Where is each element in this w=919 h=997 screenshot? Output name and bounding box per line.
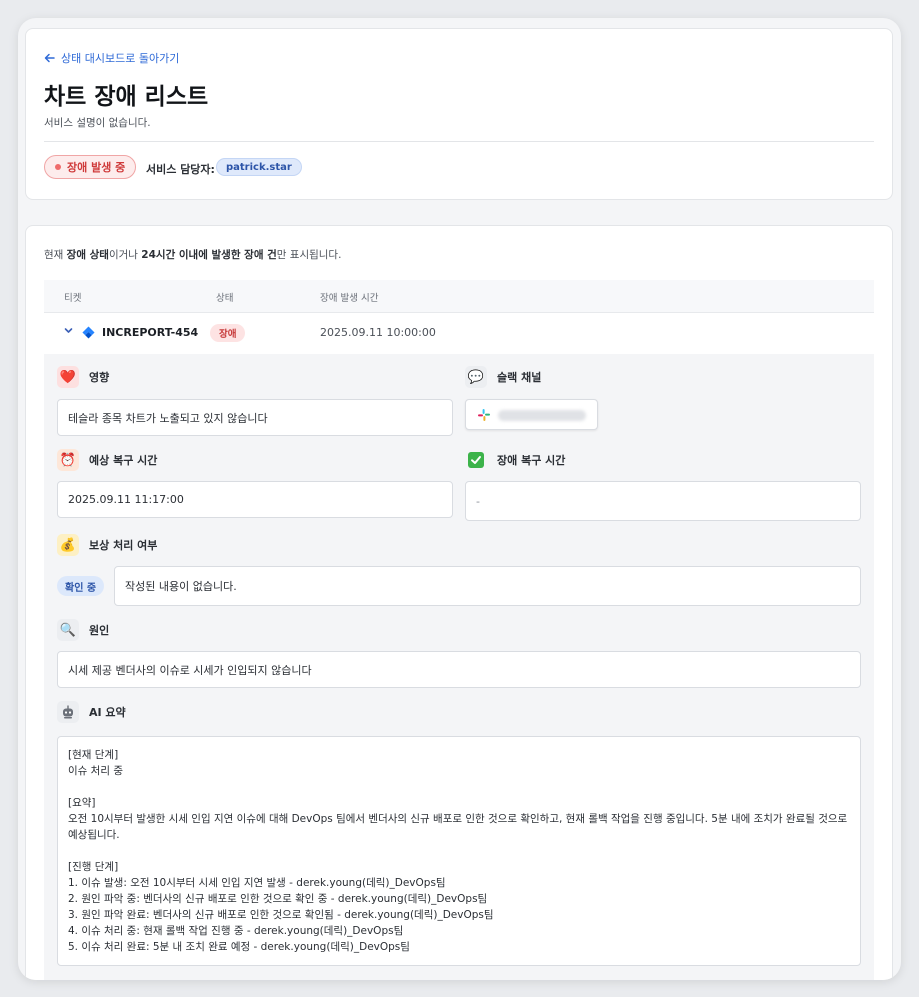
- heart-icon: ❤️: [57, 366, 79, 388]
- slack-section-header: 💬 슬랙 채널: [465, 366, 541, 388]
- summary-step: 5. 이슈 처리 완료: 5분 내 조치 완료 예정 - derek.young…: [68, 941, 410, 953]
- eta-field[interactable]: 2025.09.11 11:17:00: [57, 481, 453, 518]
- ai-summary-box[interactable]: [현재 단계] 이슈 처리 중 [요약] 오전 10시부터 발생한 시세 인입 …: [57, 736, 861, 966]
- notice-text-2: 이거나: [108, 249, 142, 261]
- incident-detail-panel: ❤️ 영향 테슬라 종목 차트가 노출되고 있지 않습니다 💬 슬랙 채널 ⏰ …: [44, 354, 874, 980]
- speech-bubble-icon: 💬: [465, 366, 487, 388]
- table-header: 티켓 상태 장애 발생 시간: [44, 280, 874, 313]
- compensation-status-badge: 확인 중: [57, 576, 105, 596]
- summary-step: 1. 이슈 발생: 오전 10시부터 시세 인입 지연 발생 - derek.y…: [68, 877, 446, 889]
- slack-label: 슬랙 채널: [497, 371, 542, 384]
- notice-text-1: 현재: [44, 249, 67, 261]
- recovered-field[interactable]: -: [465, 481, 861, 521]
- column-incident-time: 장애 발생 시간: [320, 293, 379, 304]
- chevron-down-icon[interactable]: [64, 326, 73, 338]
- service-owner-label: 서비스 담당자:: [146, 163, 215, 176]
- service-description: 서비스 설명이 없습니다.: [44, 117, 151, 129]
- magnifier-icon: 🔍: [57, 619, 79, 641]
- summary-summary-value: 오전 10시부터 발생한 시세 인입 지연 이슈에 대해 DevOps 팀에서 …: [68, 813, 848, 841]
- compensation-label: 보상 처리 여부: [89, 539, 158, 552]
- ai-summary-label: AI 요약: [89, 706, 126, 719]
- money-bag-icon: 💰: [57, 534, 79, 556]
- slack-channel-name-redacted: [498, 410, 586, 421]
- compensation-field[interactable]: 작성된 내용이 없습니다.: [114, 566, 861, 606]
- service-owner-chip[interactable]: patrick.star: [216, 158, 302, 176]
- incident-time: 2025.09.11 10:00:00: [320, 326, 436, 339]
- impact-label: 영향: [89, 371, 110, 384]
- arrow-left-icon: [44, 53, 55, 63]
- status-label: 장애 발생 중: [67, 161, 126, 174]
- slack-channel-link[interactable]: [465, 399, 598, 430]
- back-link-label: 상태 대시보드로 돌아가기: [61, 52, 180, 65]
- status-dot-icon: [55, 164, 61, 170]
- summary-stage-title: [현재 단계]: [68, 749, 119, 761]
- back-to-dashboard-link[interactable]: 상태 대시보드로 돌아가기: [44, 50, 179, 66]
- state-badge: 장애: [210, 324, 246, 342]
- ticket-id[interactable]: INCREPORT-454: [102, 326, 198, 339]
- impact-field[interactable]: 테슬라 종목 차트가 노출되고 있지 않습니다: [57, 399, 453, 436]
- incident-list-card: 현재 장애 상태이거나 24시간 이내에 발생한 장애 건만 표시됩니다. 티켓…: [25, 225, 893, 980]
- recovered-label: 장애 복구 시간: [497, 454, 566, 467]
- robot-icon: [57, 701, 79, 723]
- column-ticket: 티켓: [64, 293, 82, 304]
- column-state: 상태: [216, 293, 234, 304]
- header-card: 상태 대시보드로 돌아가기 차트 장애 리스트 서비스 설명이 없습니다. 장애…: [25, 28, 893, 200]
- slack-icon: [478, 409, 490, 421]
- page-title: 차트 장애 리스트: [44, 84, 209, 110]
- cause-field[interactable]: 시세 제공 벤더사의 이슈로 시세가 인입되지 않습니다: [57, 651, 861, 688]
- eta-label: 예상 복구 시간: [89, 454, 158, 467]
- summary-stage-value: 이슈 처리 중: [68, 765, 123, 777]
- notice-bold-1: 장애 상태: [66, 249, 109, 261]
- notice-text-3: 만 표시됩니다.: [276, 249, 342, 261]
- recovered-section-header: 장애 복구 시간: [465, 449, 565, 471]
- ai-summary-section-header: AI 요약: [57, 701, 126, 723]
- cause-section-header: 🔍 원인: [57, 619, 109, 641]
- summary-step: 2. 원인 파악 중: 벤더사의 신규 배포로 인한 것으로 확인 중 - de…: [68, 893, 488, 905]
- cause-label: 원인: [89, 624, 110, 637]
- notice-bold-2: 24시간 이내에 발생한 장애 건: [141, 249, 277, 261]
- incident-status-badge: 장애 발생 중: [44, 155, 137, 179]
- impact-section-header: ❤️ 영향: [57, 366, 109, 388]
- check-mark-icon: [465, 449, 487, 471]
- summary-progress-title: [진행 단계]: [68, 861, 119, 873]
- header-divider: [44, 141, 874, 142]
- summary-step: 4. 이슈 처리 중: 현재 롤백 작업 진행 중 - derek.young(…: [68, 925, 404, 937]
- summary-step: 3. 원인 파악 완료: 벤더사의 신규 배포로 인한 것으로 확인됨 - de…: [68, 909, 494, 921]
- compensation-section-header: 💰 보상 처리 여부: [57, 534, 157, 556]
- alarm-clock-icon: ⏰: [57, 449, 79, 471]
- jira-icon: [82, 326, 95, 339]
- table-row[interactable]: INCREPORT-454 장애 2025.09.11 10:00:00: [44, 313, 874, 354]
- eta-section-header: ⏰ 예상 복구 시간: [57, 449, 157, 471]
- display-notice: 현재 장애 상태이거나 24시간 이내에 발생한 장애 건만 표시됩니다.: [44, 247, 341, 262]
- summary-summary-title: [요약]: [68, 797, 96, 809]
- app-window: 상태 대시보드로 돌아가기 차트 장애 리스트 서비스 설명이 없습니다. 장애…: [18, 18, 901, 980]
